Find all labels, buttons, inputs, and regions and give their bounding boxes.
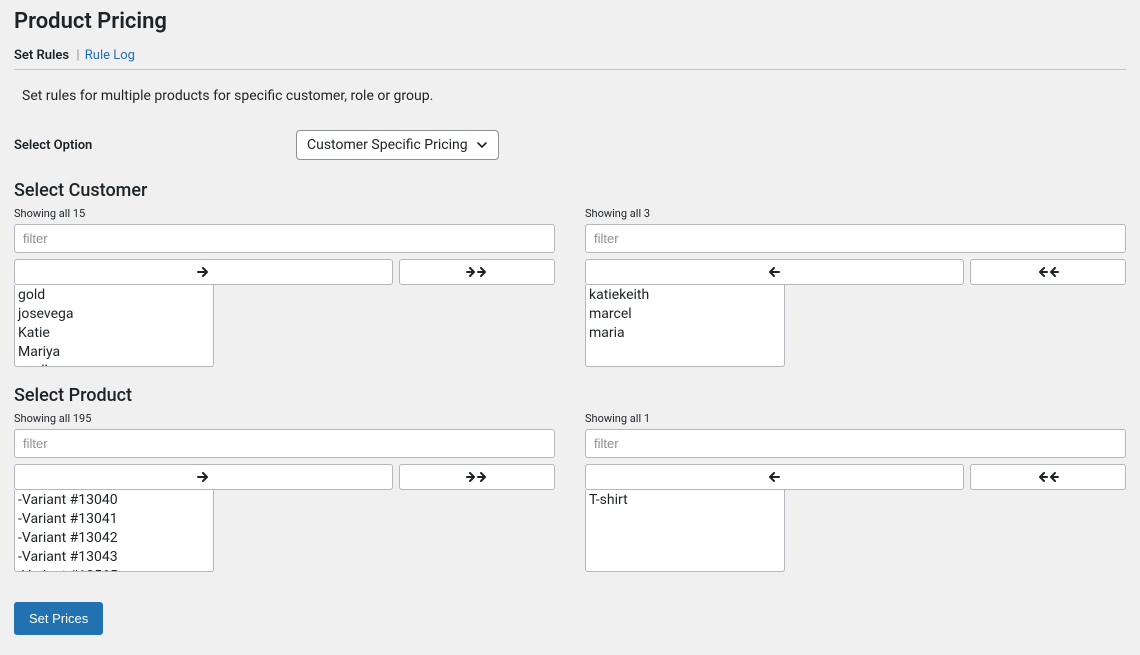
customer-move-left-button[interactable] (585, 259, 964, 285)
list-item[interactable]: Katie (18, 324, 210, 343)
pricing-mode-selected: Customer Specific Pricing (307, 137, 468, 153)
list-item[interactable]: -Variant #13043 (18, 548, 210, 567)
customer-right-count: Showing all 3 (585, 207, 1126, 220)
customer-move-all-right-button[interactable] (399, 259, 555, 285)
double-arrow-right-icon (466, 472, 488, 482)
list-item[interactable]: -Variant #13565 (18, 567, 210, 572)
list-item[interactable]: marcel (589, 305, 781, 324)
list-item[interactable]: katiekeith (589, 286, 781, 305)
product-right-count: Showing all 1 (585, 412, 1126, 425)
customer-left-listbox[interactable]: goldjosevegaKatieMariyapaulhouserrobby (14, 285, 214, 367)
select-customer-heading: Select Customer (14, 180, 1126, 201)
set-prices-button[interactable]: Set Prices (14, 602, 103, 635)
page-title: Product Pricing (14, 9, 1126, 34)
arrow-left-icon (768, 267, 780, 277)
product-move-all-left-button[interactable] (970, 464, 1126, 490)
product-left-filter-input[interactable] (14, 429, 555, 458)
product-move-right-button[interactable] (14, 464, 393, 490)
customer-move-all-left-button[interactable] (970, 259, 1126, 285)
customer-move-right-button[interactable] (14, 259, 393, 285)
customer-left-count: Showing all 15 (14, 207, 555, 220)
list-item[interactable]: -Variant #13041 (18, 510, 210, 529)
product-left-count: Showing all 195 (14, 412, 555, 425)
tab-bar: Set Rules | Rule Log (14, 48, 1126, 70)
select-option-label: Select Option (14, 138, 296, 153)
customer-left-filter-input[interactable] (14, 224, 555, 253)
list-item[interactable]: gold (18, 286, 210, 305)
pricing-mode-select[interactable]: Customer Specific Pricing (296, 130, 499, 160)
list-item[interactable]: josevega (18, 305, 210, 324)
customer-right-listbox[interactable]: katiekeithmarcelmaria (585, 285, 785, 367)
list-item[interactable]: T-shirt (589, 491, 781, 510)
product-right-listbox[interactable]: T-shirt (585, 490, 785, 572)
tab-set-rules[interactable]: Set Rules (14, 48, 71, 63)
arrow-right-icon (197, 267, 209, 277)
product-left-panel: Showing all 195 (14, 412, 555, 572)
arrow-left-icon (768, 472, 780, 482)
double-arrow-left-icon (1037, 472, 1059, 482)
chevron-down-icon (476, 139, 488, 151)
customer-right-panel: Showing all 3 (585, 207, 1126, 367)
list-item[interactable]: maria (589, 324, 781, 343)
tab-rule-log[interactable]: Rule Log (85, 48, 137, 63)
select-product-heading: Select Product (14, 385, 1126, 406)
list-item[interactable]: Mariya (18, 343, 210, 362)
product-left-listbox[interactable]: -Variant #13040-Variant #13041-Variant #… (14, 490, 214, 572)
customer-left-panel: Showing all 15 (14, 207, 555, 367)
product-move-left-button[interactable] (585, 464, 964, 490)
double-arrow-left-icon (1037, 267, 1059, 277)
customer-right-filter-input[interactable] (585, 224, 1126, 253)
product-right-panel: Showing all 1 (585, 412, 1126, 572)
double-arrow-right-icon (466, 267, 488, 277)
product-move-all-right-button[interactable] (399, 464, 555, 490)
list-item[interactable]: -Variant #13042 (18, 529, 210, 548)
arrow-right-icon (197, 472, 209, 482)
intro-text: Set rules for multiple products for spec… (22, 88, 1126, 104)
product-right-filter-input[interactable] (585, 429, 1126, 458)
list-item[interactable]: -Variant #13040 (18, 491, 210, 510)
tab-separator: | (74, 48, 81, 63)
list-item[interactable]: paulhouser (18, 362, 210, 367)
